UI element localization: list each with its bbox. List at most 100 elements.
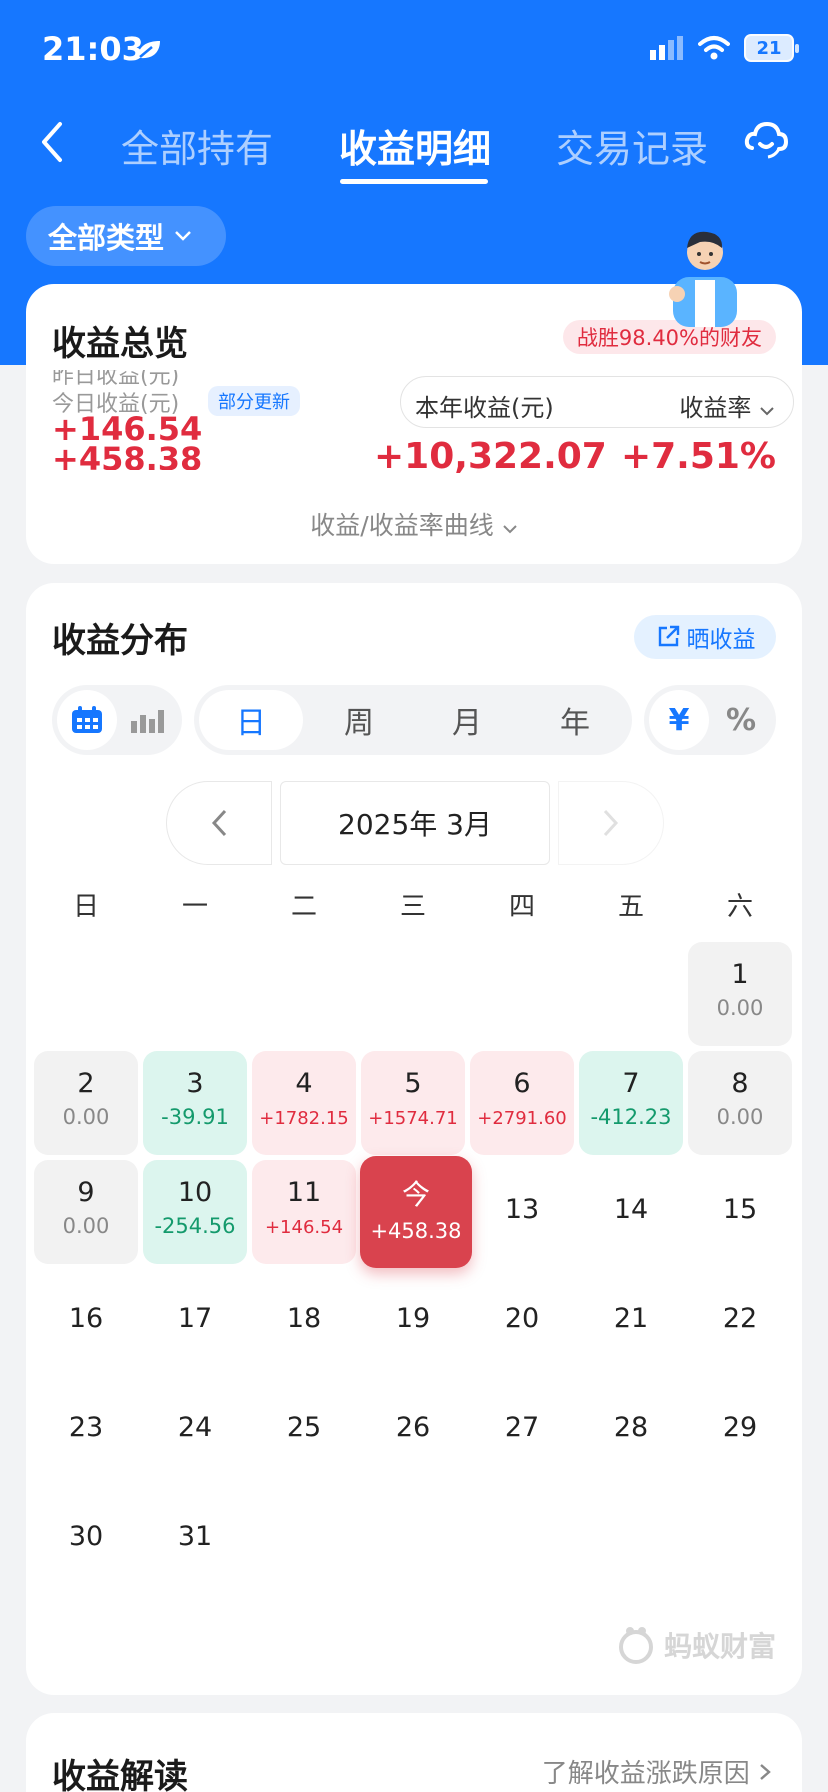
calendar-day[interactable]: 1 0.00 xyxy=(688,942,792,1046)
calendar-day[interactable]: 26 xyxy=(361,1378,465,1482)
year-income-label: 本年收益(元) xyxy=(415,394,554,422)
calendar-day[interactable]: 2 0.00 xyxy=(34,1051,138,1155)
day-number: 24 xyxy=(177,1412,213,1443)
period-week-button[interactable]: 周 xyxy=(307,690,411,750)
calendar-day[interactable]: 17 xyxy=(143,1269,247,1373)
curve-toggle[interactable]: 收益/收益率曲线 xyxy=(26,506,802,542)
calendar-day[interactable]: 29 xyxy=(688,1378,792,1482)
day-number: 10 xyxy=(177,1177,213,1208)
brand-watermark: 蚂蚁财富 xyxy=(616,1625,776,1665)
top-nav: 全部持有 收益明细 交易记录 xyxy=(0,100,828,190)
calendar-day[interactable]: 11 +146.54 xyxy=(252,1160,356,1264)
calendar-day[interactable]: 14 xyxy=(579,1160,683,1264)
day-number: 5 xyxy=(404,1068,422,1099)
day-number: 23 xyxy=(68,1412,104,1443)
signal-icon xyxy=(650,36,683,60)
calendar-day[interactable]: 7 -412.23 xyxy=(579,1051,683,1155)
calendar-day[interactable]: 25 xyxy=(252,1378,356,1482)
day-income: 0.00 xyxy=(716,996,764,1020)
tab-all-holdings[interactable]: 全部持有 xyxy=(121,118,273,173)
unit-percent-button[interactable]: % xyxy=(711,690,771,750)
calendar-day[interactable]: 15 xyxy=(688,1160,792,1264)
bar-chart-icon xyxy=(131,710,164,733)
chevron-right-icon xyxy=(760,1764,771,1780)
day-income: -254.56 xyxy=(154,1214,236,1238)
weekday-label: 五 xyxy=(617,892,644,922)
calendar-day[interactable]: 10 -254.56 xyxy=(143,1160,247,1264)
calendar-day[interactable]: 20 xyxy=(470,1269,574,1373)
calendar-day[interactable]: 21 xyxy=(579,1269,683,1373)
today-income-value: +458.38 xyxy=(52,440,203,470)
day-number: 29 xyxy=(722,1412,758,1443)
day-number: 14 xyxy=(613,1194,649,1225)
day-number: 2 xyxy=(77,1068,95,1099)
income-interpretation-card: 收益解读 了解收益涨跌原因 xyxy=(26,1713,802,1792)
calendar-day[interactable]: 31 xyxy=(143,1487,247,1591)
calendar-day[interactable]: 27 xyxy=(470,1378,574,1482)
prev-month-button[interactable] xyxy=(166,781,272,865)
tab-income-detail[interactable]: 收益明细 xyxy=(339,118,491,173)
calendar-day[interactable]: 9 0.00 xyxy=(34,1160,138,1264)
unit-yuan-button[interactable]: ¥ xyxy=(649,690,709,750)
calendar-day[interactable]: 23 xyxy=(34,1378,138,1482)
day-number: 31 xyxy=(177,1521,213,1552)
year-income-selector[interactable]: 本年收益(元) 收益率 xyxy=(400,376,794,428)
type-filter-dropdown[interactable]: 全部类型 xyxy=(26,206,226,266)
day-income: +1782.15 xyxy=(259,1108,349,1129)
calendar-day[interactable]: 13 xyxy=(470,1160,574,1264)
calendar-day[interactable]: 24 xyxy=(143,1378,247,1482)
weekday-label: 二 xyxy=(290,892,317,922)
day-number: 18 xyxy=(286,1303,322,1334)
bar-chart-view-button[interactable] xyxy=(117,690,177,750)
chevron-down-icon xyxy=(175,231,191,241)
rate-selector[interactable]: 收益率 xyxy=(679,388,775,423)
day-number: 6 xyxy=(513,1068,531,1099)
back-icon[interactable] xyxy=(38,120,68,164)
daily-income-ticker: 昨日收益(元) 今日收益(元) 部分更新 +146.54 +458.38 xyxy=(52,370,362,470)
customer-service-icon[interactable] xyxy=(742,118,790,166)
calendar-day[interactable]: 16 xyxy=(34,1269,138,1373)
income-distribution-card: 收益分布 晒收益 日 周 月 年 ¥ % 2025年 3月 日 一 二 三 四 … xyxy=(26,583,802,1695)
day-income: -412.23 xyxy=(590,1105,672,1129)
calendar-day[interactable]: 3 -39.91 xyxy=(143,1051,247,1155)
calendar-day[interactable]: 19 xyxy=(361,1269,465,1373)
chevron-down-icon xyxy=(760,407,774,416)
weekday-label: 三 xyxy=(399,892,426,922)
calendar-day[interactable]: 4 +1782.15 xyxy=(252,1051,356,1155)
day-number: 9 xyxy=(77,1177,95,1208)
learn-more-link[interactable]: 了解收益涨跌原因 xyxy=(542,1753,772,1790)
day-number: 7 xyxy=(622,1068,640,1099)
day-number: 4 xyxy=(295,1068,313,1099)
day-number: 今 xyxy=(401,1178,430,1211)
day-number: 1 xyxy=(731,959,749,990)
day-number: 21 xyxy=(613,1303,649,1334)
day-income: -39.91 xyxy=(161,1105,229,1129)
calendar-day[interactable]: 30 xyxy=(34,1487,138,1591)
weekday-label: 日 xyxy=(72,892,99,922)
calendar-day[interactable]: 8 0.00 xyxy=(688,1051,792,1155)
filter-label: 全部类型 xyxy=(48,221,165,255)
calendar-day[interactable]: 22 xyxy=(688,1269,792,1373)
next-month-button[interactable] xyxy=(558,781,664,865)
view-mode-toggle xyxy=(52,685,182,755)
curve-toggle-label: 收益/收益率曲线 xyxy=(310,511,494,540)
active-tab-indicator xyxy=(340,179,488,184)
rate-selector-label: 收益率 xyxy=(679,394,752,422)
period-day-button[interactable]: 日 xyxy=(199,690,303,750)
calendar-view-button[interactable] xyxy=(57,690,117,750)
period-year-button[interactable]: 年 xyxy=(523,690,627,750)
calendar-day[interactable]: 6 +2791.60 xyxy=(470,1051,574,1155)
calendar-day-today[interactable]: 今 +458.38 xyxy=(360,1156,472,1268)
period-month-button[interactable]: 月 xyxy=(415,690,519,750)
calendar-day[interactable]: 5 +1574.71 xyxy=(361,1051,465,1155)
chevron-down-icon xyxy=(502,525,517,534)
day-income: 0.00 xyxy=(62,1214,110,1238)
calendar-day[interactable]: 18 xyxy=(252,1269,356,1373)
day-number: 17 xyxy=(177,1303,213,1334)
share-income-button[interactable]: 晒收益 xyxy=(634,615,776,659)
year-income-value: +10,322.07 xyxy=(374,436,607,477)
tab-trade-records[interactable]: 交易记录 xyxy=(556,118,708,173)
day-income: +1574.71 xyxy=(368,1108,458,1129)
battery-level: 21 xyxy=(756,37,782,59)
calendar-day[interactable]: 28 xyxy=(579,1378,683,1482)
